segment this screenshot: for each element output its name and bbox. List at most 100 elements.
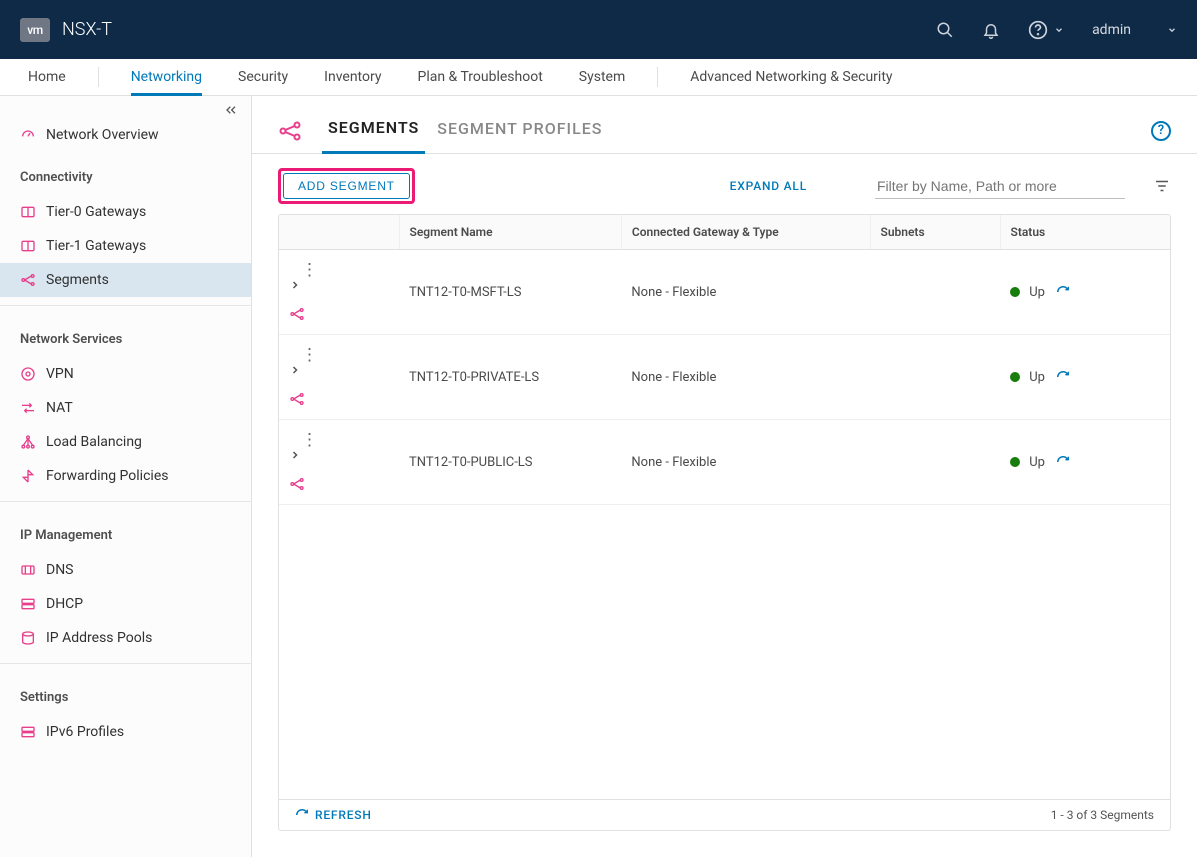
forwarding-icon	[20, 468, 36, 484]
dns-icon	[20, 562, 36, 578]
ipv6-icon	[20, 724, 36, 740]
status-dot-up	[1010, 287, 1020, 297]
sidebar-item-label: DHCP	[46, 596, 83, 612]
sidebar: Network Overview Connectivity Tier-0 Gat…	[0, 96, 252, 857]
expand-row-icon[interactable]	[289, 279, 389, 291]
cell-segment-name: TNT12-T0-MSFT-LS	[399, 250, 621, 335]
help-menu[interactable]	[1028, 20, 1064, 40]
sidebar-group-header: Connectivity	[0, 152, 251, 195]
segments-table: Segment Name Connected Gateway & Type Su…	[278, 214, 1171, 831]
nav-system[interactable]: System	[561, 59, 643, 95]
cell-segment-name: TNT12-T0-PUBLIC-LS	[399, 420, 621, 505]
segment-icon	[289, 391, 389, 407]
app-header: vm NSX-T admin	[0, 0, 1197, 59]
main-content: SEGMENTS SEGMENT PROFILES ? ADD SEGMENT …	[252, 96, 1197, 857]
dhcp-icon	[20, 596, 36, 612]
status-dot-up	[1010, 372, 1020, 382]
sidebar-item-label: Tier-0 Gateways	[46, 204, 146, 220]
search-icon[interactable]	[936, 21, 954, 39]
sidebar-group-header: Settings	[0, 672, 251, 715]
help-icon[interactable]: ?	[1151, 121, 1171, 141]
nat-icon	[20, 400, 36, 416]
nav-separator	[657, 67, 658, 87]
pagination-count: 1 - 3 of 3 Segments	[1051, 808, 1154, 822]
refresh-label: REFRESH	[315, 808, 372, 822]
tab-segments[interactable]: SEGMENTS	[322, 118, 425, 154]
nav-advanced[interactable]: Advanced Networking & Security	[672, 59, 910, 95]
sidebar-item-tier1[interactable]: Tier-1 Gateways	[0, 229, 251, 263]
sidebar-item-label: Segments	[46, 272, 109, 288]
table-row: ⋮ TNT12-T0-PRIVATE-LS None - Flexible Up	[279, 335, 1170, 420]
nav-separator	[98, 67, 99, 87]
expand-all-link[interactable]: EXPAND ALL	[730, 179, 807, 193]
segment-icon	[278, 119, 302, 143]
cell-status: Up	[1029, 370, 1045, 385]
cell-subnets	[870, 250, 1000, 335]
sidebar-item-nat[interactable]: NAT	[0, 391, 251, 425]
nav-inventory[interactable]: Inventory	[306, 59, 399, 95]
table-row: ⋮ TNT12-T0-MSFT-LS None - Flexible Up	[279, 250, 1170, 335]
filter-icon[interactable]	[1153, 177, 1171, 195]
add-segment-button[interactable]: ADD SEGMENT	[283, 173, 410, 199]
bell-icon[interactable]	[982, 21, 1000, 39]
sidebar-item-segments[interactable]: Segments	[0, 263, 251, 297]
sidebar-item-ipv6[interactable]: IPv6 Profiles	[0, 715, 251, 749]
row-actions-icon[interactable]: ⋮	[301, 345, 318, 365]
tab-segment-profiles[interactable]: SEGMENT PROFILES	[431, 119, 608, 152]
user-menu[interactable]: admin	[1092, 22, 1177, 38]
filter-input[interactable]	[875, 174, 1125, 199]
cell-status: Up	[1029, 455, 1045, 470]
sidebar-item-label: IP Address Pools	[46, 630, 152, 646]
nav-home[interactable]: Home	[10, 59, 84, 95]
sidebar-item-lb[interactable]: Load Balancing	[0, 425, 251, 459]
vmware-logo: vm	[20, 18, 50, 42]
refresh-status-icon[interactable]	[1056, 455, 1070, 469]
sidebar-item-label: Load Balancing	[46, 434, 142, 450]
nav-plan[interactable]: Plan & Troubleshoot	[399, 59, 560, 95]
cell-subnets	[870, 420, 1000, 505]
add-segment-highlight: ADD SEGMENT	[278, 168, 415, 204]
cell-gateway: None - Flexible	[621, 250, 870, 335]
collapse-sidebar-icon[interactable]	[223, 102, 239, 118]
table-row: ⋮ TNT12-T0-PUBLIC-LS None - Flexible Up	[279, 420, 1170, 505]
sidebar-item-label: VPN	[46, 366, 74, 382]
row-actions-icon[interactable]: ⋮	[301, 260, 318, 280]
vpn-icon	[20, 366, 36, 382]
sidebar-item-dhcp[interactable]: DHCP	[0, 587, 251, 621]
sidebar-item-label: Tier-1 Gateways	[46, 238, 146, 254]
divider	[0, 663, 251, 664]
col-status[interactable]: Status	[1000, 215, 1170, 250]
expand-row-icon[interactable]	[289, 449, 389, 461]
segment-icon	[20, 272, 36, 288]
sidebar-item-fp[interactable]: Forwarding Policies	[0, 459, 251, 493]
sidebar-item-tier0[interactable]: Tier-0 Gateways	[0, 195, 251, 229]
sidebar-item-pools[interactable]: IP Address Pools	[0, 621, 251, 655]
col-gateway[interactable]: Connected Gateway & Type	[621, 215, 870, 250]
user-label: admin	[1092, 22, 1131, 38]
sidebar-group-header: Network Services	[0, 314, 251, 357]
nav-networking[interactable]: Networking	[113, 59, 220, 95]
col-subnets[interactable]: Subnets	[870, 215, 1000, 250]
sidebar-item-label: Network Overview	[46, 127, 159, 143]
segment-icon	[289, 306, 389, 322]
status-dot-up	[1010, 457, 1020, 467]
sidebar-item-vpn[interactable]: VPN	[0, 357, 251, 391]
nav-security[interactable]: Security	[220, 59, 306, 95]
dashboard-icon	[20, 127, 36, 143]
sidebar-item-label: DNS	[46, 562, 74, 578]
cell-gateway: None - Flexible	[621, 335, 870, 420]
refresh-status-icon[interactable]	[1056, 370, 1070, 384]
sidebar-item-label: IPv6 Profiles	[46, 724, 124, 740]
col-segment-name[interactable]: Segment Name	[399, 215, 621, 250]
logo-text: vm	[27, 23, 42, 37]
refresh-button[interactable]: REFRESH	[295, 808, 372, 822]
sidebar-item-overview[interactable]: Network Overview	[0, 118, 251, 152]
sidebar-item-dns[interactable]: DNS	[0, 553, 251, 587]
sidebar-group-header: IP Management	[0, 510, 251, 553]
pool-icon	[20, 630, 36, 646]
cell-status: Up	[1029, 285, 1045, 300]
row-actions-icon[interactable]: ⋮	[301, 430, 318, 450]
expand-row-icon[interactable]	[289, 364, 389, 376]
refresh-status-icon[interactable]	[1056, 285, 1070, 299]
divider	[0, 501, 251, 502]
